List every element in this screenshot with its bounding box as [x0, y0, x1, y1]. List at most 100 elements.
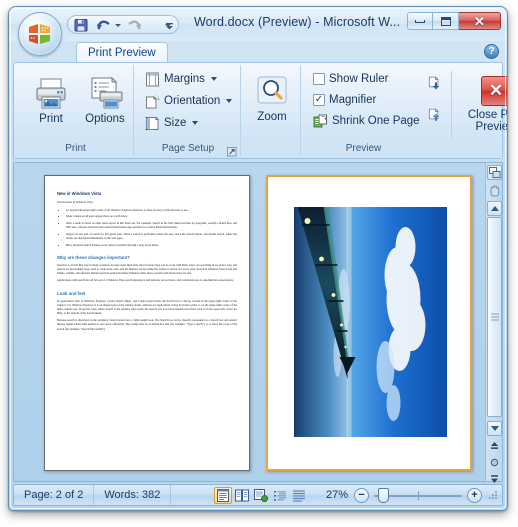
- scroll-down-button[interactable]: [487, 421, 502, 436]
- chevron-down-icon: [192, 121, 199, 125]
- zoom-button-label: Zoom: [257, 111, 287, 123]
- web-layout-icon: [254, 488, 268, 502]
- shrink-one-page-icon: [313, 114, 327, 127]
- ribbon: Print Options Print Margins Orientation …: [13, 62, 507, 159]
- print-layout-view-button[interactable]: [214, 486, 232, 504]
- double-arrow-down-icon: [491, 475, 498, 483]
- size-label: Size: [164, 117, 187, 129]
- list-item: Support in any part of search for any gi…: [66, 233, 237, 241]
- previous-page-button[interactable]: [423, 105, 445, 125]
- print-options-button-label: Options: [85, 113, 125, 125]
- print-options-icon: [86, 75, 124, 111]
- next-page-button[interactable]: [423, 73, 445, 93]
- arrow-down-icon: [490, 426, 499, 431]
- scrollbar-thumb[interactable]: [487, 217, 502, 417]
- document-paragraph: Because search is displayed on the perip…: [57, 319, 237, 331]
- resize-grip-icon[interactable]: [486, 488, 500, 502]
- previous-page-icon: [428, 108, 440, 121]
- print-button[interactable]: Print: [24, 68, 78, 136]
- magnifier-checkbox[interactable]: ✓ Magnifier: [309, 90, 380, 110]
- full-screen-reading-view-button[interactable]: [233, 487, 251, 504]
- document-paragraph: In applications such as Windows Explorer…: [57, 299, 237, 315]
- undo-arrow-icon: [97, 20, 110, 30]
- close-window-button[interactable]: ✕: [459, 12, 501, 30]
- vertical-scrollbar[interactable]: [485, 163, 502, 483]
- print-group-label: Print: [65, 143, 86, 154]
- zoom-button[interactable]: Zoom: [245, 68, 299, 136]
- ribbon-group-zoom: Zoom: [243, 65, 301, 156]
- chevron-down-icon: [226, 99, 233, 103]
- outline-view-button[interactable]: [271, 487, 289, 504]
- document-heading-1: New in Windows Vista: [57, 191, 102, 196]
- redo-button[interactable]: [126, 17, 145, 34]
- web-layout-view-button[interactable]: [252, 487, 270, 504]
- minimize-button[interactable]: [407, 12, 433, 30]
- zoom-in-icon: +: [471, 488, 478, 501]
- zoom-slider[interactable]: [374, 487, 462, 503]
- next-page-icon: [428, 76, 440, 90]
- maximize-button[interactable]: [433, 12, 459, 30]
- office-button[interactable]: [18, 12, 62, 56]
- checkbox-box: ✓: [313, 94, 325, 106]
- document-paragraph: Search is a crucial first step in many s…: [57, 263, 237, 275]
- ribbon-group-preview: Show Ruler ✓ Magnifier Shrink One Page ✕…: [303, 65, 507, 156]
- size-button[interactable]: Size: [141, 113, 202, 133]
- select-browse-object-button[interactable]: [487, 455, 502, 470]
- page-setup-group-label: Page Setup: [161, 143, 215, 154]
- pan-hand-button[interactable]: [487, 183, 502, 198]
- window-title: Word.docx (Preview) - Microsoft W...: [194, 15, 401, 29]
- zoom-slider-thumb[interactable]: [378, 487, 389, 503]
- help-button[interactable]: ?: [484, 44, 499, 59]
- preview-group-label: Preview: [345, 143, 382, 154]
- orientation-label: Orientation: [164, 95, 221, 107]
- title-bar: Word.docx (Preview) - Microsoft W... ✕: [9, 7, 507, 56]
- redo-arrow-icon: [128, 20, 141, 30]
- shrink-one-page-button[interactable]: Shrink One Page: [309, 111, 424, 131]
- orientation-button[interactable]: Orientation: [141, 91, 236, 111]
- save-floppy-icon: [74, 19, 88, 32]
- magnifier-icon: [255, 73, 289, 109]
- zoom-in-button[interactable]: +: [467, 487, 482, 503]
- undo-dropdown-arrow[interactable]: [114, 17, 121, 34]
- tab-label: Print Preview: [88, 47, 156, 59]
- maximize-icon: [440, 16, 451, 26]
- word-count-indicator[interactable]: Words: 382: [94, 485, 172, 505]
- zoom-out-icon: −: [358, 488, 365, 501]
- draft-view-button[interactable]: [290, 487, 308, 504]
- double-arrow-up-icon: [491, 442, 498, 449]
- margins-button[interactable]: Margins: [141, 69, 221, 89]
- customize-quick-access-toolbar-button[interactable]: [164, 17, 175, 34]
- chevron-down-icon: [210, 77, 217, 81]
- printer-icon: [33, 75, 69, 111]
- zoom-slider-midpoint: [418, 490, 419, 500]
- preview-page-2[interactable]: [266, 175, 472, 471]
- previous-page-browse-button[interactable]: [487, 439, 502, 454]
- print-options-button[interactable]: Options: [76, 68, 134, 136]
- view-buttons: [208, 486, 314, 504]
- word-print-preview-window: Word.docx (Preview) - Microsoft W... ✕ P…: [8, 6, 508, 511]
- zoom-out-button[interactable]: −: [354, 487, 369, 503]
- size-icon: [145, 115, 160, 130]
- print-button-label: Print: [39, 113, 63, 125]
- save-button[interactable]: [73, 17, 92, 34]
- page-setup-dialog-launcher[interactable]: [227, 144, 237, 157]
- margins-label: Margins: [164, 73, 205, 85]
- office-logo-icon: [29, 24, 50, 44]
- close-print-preview-button[interactable]: ✕ Close Print Preview: [461, 68, 507, 136]
- checkbox-box: [313, 73, 325, 85]
- help-icon: ?: [488, 46, 495, 57]
- split-window-button[interactable]: [487, 165, 502, 180]
- scroll-up-button[interactable]: [487, 201, 502, 216]
- undo-button[interactable]: [95, 17, 114, 34]
- dialog-launcher-icon: [227, 147, 237, 157]
- preview-page-1[interactable]: New in Windows Vista Search issues in Wi…: [44, 175, 250, 471]
- document-heading-3: Look and feel: [57, 290, 86, 296]
- qat-overflow-icon: [166, 23, 173, 30]
- page-indicator[interactable]: Page: 2 of 2: [14, 485, 95, 505]
- zoom-percentage[interactable]: 27%: [314, 489, 348, 501]
- quick-access-toolbar: [67, 15, 179, 34]
- tab-print-preview[interactable]: Print Preview: [76, 42, 168, 63]
- show-ruler-checkbox[interactable]: Show Ruler: [309, 69, 392, 89]
- list-item: Have advanced search features as an opti…: [66, 244, 237, 248]
- pier-photo-icon: [294, 207, 447, 437]
